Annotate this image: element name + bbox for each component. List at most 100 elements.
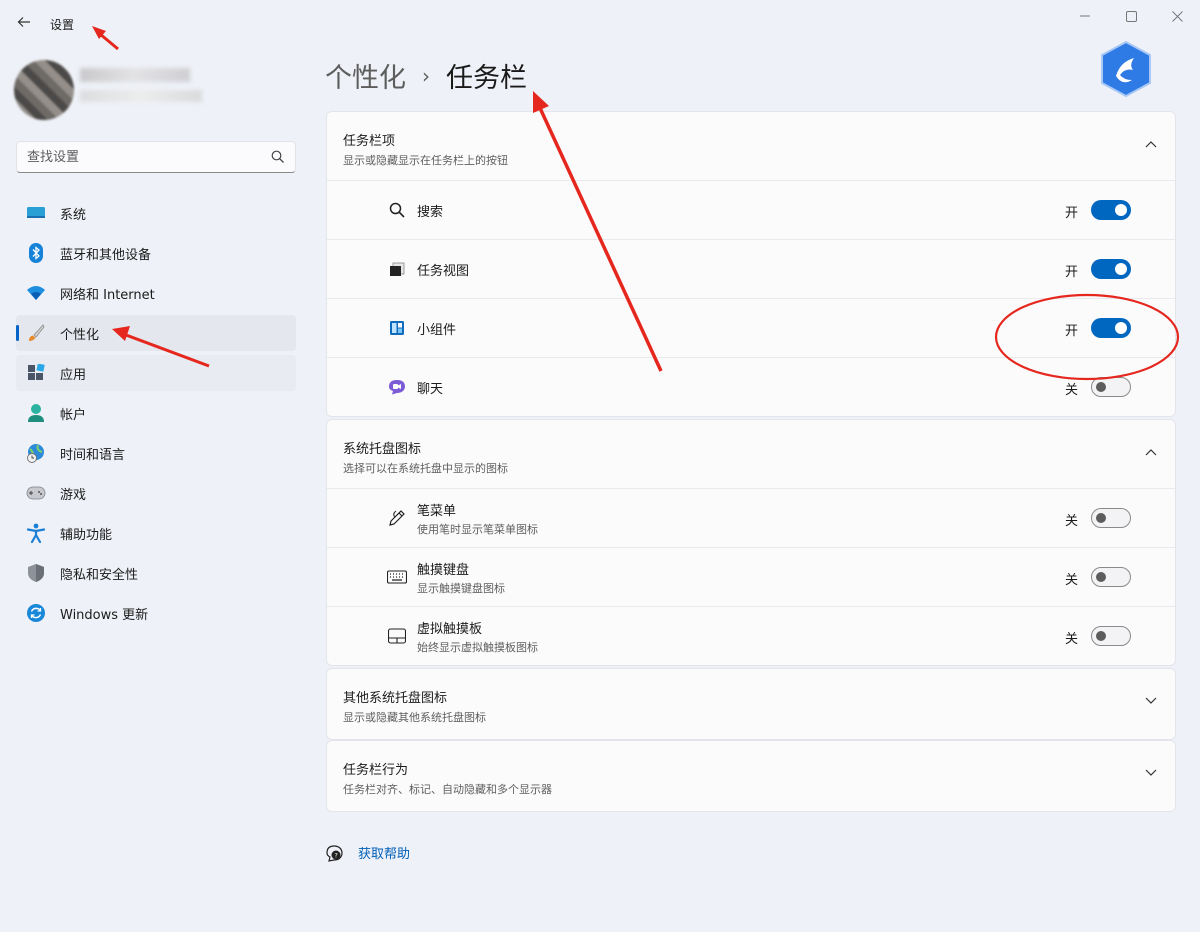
toggle-knob [1096,513,1106,523]
setting-row-chat: 聊天 关 [327,357,1175,416]
section-subtitle: 显示或隐藏显示在任务栏上的按钮 [343,154,508,167]
setting-label: 搜索 [417,204,444,220]
sidebar-item-time-language[interactable]: 时间和语言 [16,435,296,471]
setting-description: 显示触摸键盘图标 [417,581,505,595]
setting-description: 始终显示虚拟触摸板图标 [417,640,538,654]
touch-keyboard-toggle[interactable] [1091,567,1131,587]
sidebar-item-windows-update[interactable]: Windows 更新 [16,595,296,631]
chevron-down-icon[interactable] [1145,697,1157,705]
setting-row-widgets: 小组件 开 [327,298,1175,357]
breadcrumb-separator: › [422,63,430,88]
pen-icon [387,508,407,528]
user-email-blurred [80,90,202,102]
search-box [16,141,296,173]
sidebar-item-label: 蓝牙和其他设备 [60,247,152,263]
breadcrumb-parent[interactable]: 个性化 [325,56,406,95]
minimize-button[interactable] [1062,0,1108,32]
sidebar-item-label: 应用 [60,367,87,383]
taskbar-items-header[interactable]: 任务栏项 显示或隐藏显示在任务栏上的按钮 [327,112,1175,180]
close-icon [1171,10,1183,22]
user-profile[interactable] [14,58,204,124]
app-logo-icon [1101,40,1151,98]
setting-label: 笔菜单 [417,503,457,519]
sidebar-item-accessibility[interactable]: 辅助功能 [16,515,296,551]
chevron-up-icon[interactable] [1145,448,1157,456]
avatar [14,60,74,120]
globe-clock-icon [26,443,46,463]
section-title: 任务栏项 [343,134,396,149]
task-view-toggle[interactable] [1091,259,1131,279]
widgets-icon [387,318,407,338]
toggle-knob [1096,631,1106,641]
wifi-icon [26,283,46,303]
setting-label: 聊天 [417,381,444,397]
sidebar-item-personalization[interactable]: 个性化 [16,315,296,351]
sidebar-item-accounts[interactable]: 帐户 [16,395,296,431]
toggle-state-text: 关 [1064,573,1078,588]
virtual-touchpad-toggle[interactable] [1091,626,1131,646]
section-title: 系统托盘图标 [343,442,422,457]
account-icon [26,403,46,423]
sidebar-item-privacy[interactable]: 隐私和安全性 [16,555,296,591]
breadcrumb: 个性化 › 任务栏 [325,56,527,95]
close-button[interactable] [1154,0,1200,32]
section-title: 任务栏行为 [343,763,409,778]
taskbar-items-section: 任务栏项 显示或隐藏显示在任务栏上的按钮 搜索 开 任务视图 开 小组件 开 聊… [326,111,1176,417]
setting-label: 任务视图 [417,263,470,279]
toggle-state-text: 开 [1064,265,1078,280]
other-tray-icons-header[interactable]: 其他系统托盘图标 显示或隐藏其他系统托盘图标 [327,669,1175,739]
tray-icons-header[interactable]: 系统托盘图标 选择可以在系统托盘中显示的图标 [327,420,1175,488]
bluetooth-icon [26,243,46,263]
tray-icons-section: 系统托盘图标 选择可以在系统托盘中显示的图标 笔菜单 使用笔时显示笔菜单图标 关… [326,419,1176,666]
toggle-knob [1115,204,1127,216]
chevron-up-icon[interactable] [1145,140,1157,148]
maximize-button[interactable] [1108,0,1154,32]
accessibility-icon [26,523,46,543]
minimize-icon [1080,15,1090,17]
setting-label: 虚拟触摸板 [417,621,483,637]
sidebar-item-network[interactable]: 网络和 Internet [16,275,296,311]
search-input[interactable] [17,142,257,172]
user-name-blurred [80,68,190,82]
taskbar-behaviors-section: 任务栏行为 任务栏对齐、标记、自动隐藏和多个显示器 [326,740,1176,812]
title-bar: 设置 [0,0,1200,40]
chat-toggle[interactable] [1091,377,1131,397]
sidebar-item-gaming[interactable]: 游戏 [16,475,296,511]
refresh-icon [26,603,46,623]
sidebar-item-system[interactable]: 系统 [16,195,296,231]
section-subtitle: 任务栏对齐、标记、自动隐藏和多个显示器 [343,783,552,796]
svg-text:?: ? [334,851,337,859]
get-help-link[interactable]: 获取帮助 [358,843,410,862]
setting-row-touch-keyboard: 触摸键盘 显示触摸键盘图标 关 [327,547,1175,606]
sidebar-item-apps[interactable]: 应用 [16,355,296,391]
taskbar-behaviors-header[interactable]: 任务栏行为 任务栏对齐、标记、自动隐藏和多个显示器 [327,741,1175,811]
setting-description: 使用笔时显示笔菜单图标 [417,522,538,536]
arrow-left-icon [17,17,30,27]
other-tray-icons-section: 其他系统托盘图标 显示或隐藏其他系统托盘图标 [326,668,1176,740]
back-button[interactable] [12,10,36,34]
setting-row-task-view: 任务视图 开 [327,239,1175,298]
toggle-state-text: 开 [1064,206,1078,221]
keyboard-icon [387,567,407,587]
search-icon[interactable] [271,150,285,164]
shield-icon [26,563,46,583]
sidebar-item-label: 隐私和安全性 [60,567,139,583]
setting-row-virtual-touchpad: 虚拟触摸板 始终显示虚拟触摸板图标 关 [327,606,1175,665]
setting-row-search: 搜索 开 [327,180,1175,239]
toggle-knob [1096,572,1106,582]
sidebar-item-bluetooth[interactable]: 蓝牙和其他设备 [16,235,296,271]
pen-menu-toggle[interactable] [1091,508,1131,528]
toggle-knob [1115,322,1127,334]
sidebar-item-label: 游戏 [60,487,87,503]
toggle-state-text: 开 [1064,324,1078,339]
window-controls [1062,0,1200,32]
gamepad-icon [26,483,46,503]
chevron-down-icon[interactable] [1145,769,1157,777]
sidebar-nav: 系统 蓝牙和其他设备 网络和 Internet 个性化 应用 帐户 时间和语言 … [16,195,296,635]
help-chat-icon: ? [326,844,343,862]
monitor-icon [26,203,46,223]
widgets-toggle[interactable] [1091,318,1131,338]
search-toggle[interactable] [1091,200,1131,220]
maximize-icon [1125,10,1137,22]
section-subtitle: 选择可以在系统托盘中显示的图标 [343,462,508,475]
